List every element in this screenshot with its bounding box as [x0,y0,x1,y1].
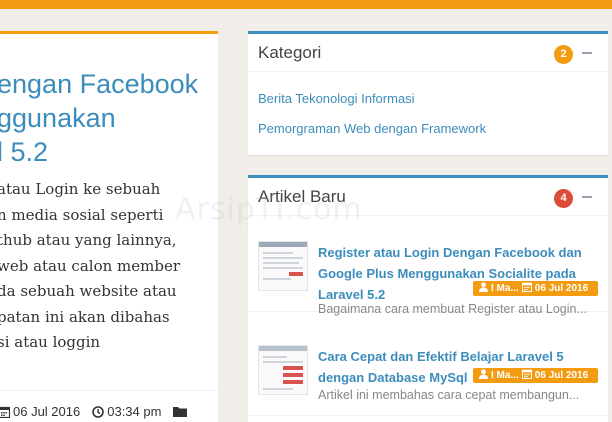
article-date: 06 Jul 2016 [534,283,589,294]
calendar-icon [0,406,10,418]
article-description: Bagaimana cara membuat Register atau Log… [318,302,587,316]
category-link[interactable]: Pemorgraman Web dengan Framework [258,121,486,136]
article-meta-badge: I Ma... 06 Jul 2016 [473,281,598,296]
artikel-collapse-button[interactable] [582,196,592,198]
artikel-header: Artikel Baru 4 [248,178,608,216]
post-card: engan Facebook ggunakan l 5.2 atau Login… [0,31,218,422]
post-date: 06 Jul 2016 [13,404,81,419]
kategori-count-badge: 2 [554,45,573,64]
post-time: 03:34 pm [107,404,162,419]
kategori-title: Kategori [258,43,322,62]
article-meta-badge: I Ma... 06 Jul 2016 [473,368,598,383]
post-meta: 06 Jul 2016 03:34 pm [0,404,188,419]
kategori-header: Kategori 2 [248,34,608,72]
artikel-title: Artikel Baru [258,187,346,206]
post-footer: 06 Jul 2016 03:34 pm [0,390,218,422]
article-author: I Ma... [491,283,519,294]
post-excerpt: atau Login ke sebuah n media sosial sepe… [0,180,181,351]
user-icon [479,282,488,295]
category-link[interactable]: Berita Tekonologi Informasi [258,91,415,106]
kategori-collapse-button[interactable] [582,52,592,54]
article-thumbnail[interactable] [258,345,308,395]
kategori-box: Kategori 2 Berita Tekonologi Informasi P… [248,31,608,155]
top-accent-bar [0,0,612,9]
article-thumbnail[interactable] [258,241,308,291]
calendar-icon [521,282,532,295]
folder-icon[interactable] [173,406,188,417]
article-author: I Ma... [491,370,519,381]
article-list-item: Register atau Login Dengan Facebook dan … [248,234,608,316]
article-list-item: Cara Cepat dan Efektif Belajar Laravel 5… [248,338,608,416]
article-description: Artikel ini membahas cara cepat membangu… [318,388,580,402]
article-date: 06 Jul 2016 [534,370,589,381]
post-title[interactable]: engan Facebook ggunakan l 5.2 [0,67,218,169]
artikel-baru-box: Artikel Baru 4 Register atau Login Denga… [248,175,608,422]
user-icon [479,369,488,382]
clock-icon [92,405,105,418]
calendar-icon [521,369,532,382]
artikel-count-badge: 4 [554,189,573,208]
